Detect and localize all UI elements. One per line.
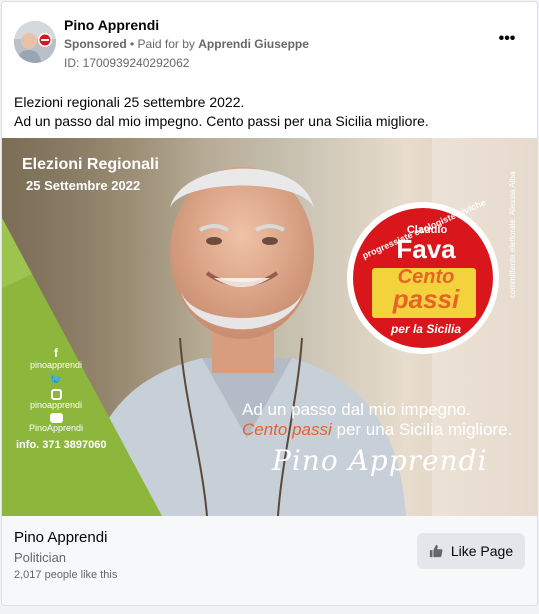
- footer-page-name[interactable]: Pino Apprendi: [14, 529, 107, 546]
- badge-per-la-sicilia: per la Sicilia: [390, 322, 462, 336]
- creative-title-line-1: Elezioni Regionali: [22, 156, 159, 173]
- creative-slogan-line-1: Ad un passo dal mio impegno.: [242, 400, 471, 419]
- ad-creative-image[interactable]: Elezioni Regionali 25 Settembre 2022 com…: [2, 138, 537, 516]
- creative-slogan-line-2: Cento passi per una Sicilia migliore.: [242, 420, 512, 440]
- sponsored-label: Sponsored: [64, 37, 127, 51]
- post-text-line-2: Ad un passo dal mio impegno. Cento passi…: [14, 113, 429, 129]
- like-page-label: Like Page: [450, 543, 514, 559]
- facebook-icon: f: [54, 346, 58, 360]
- instagram-icon: [50, 389, 62, 400]
- creative-signature: Pino Apprendi: [272, 444, 488, 477]
- like-page-button[interactable]: Like Page: [417, 533, 525, 569]
- social-instagram: pinoapprendi: [16, 389, 96, 410]
- social-facebook: f pinoapprendi: [16, 346, 96, 370]
- sponsored-line: Sponsored • Paid for by Apprendi Giusepp…: [64, 37, 309, 51]
- paid-for-name: Apprendi Giuseppe: [198, 37, 309, 51]
- social-instagram-label: pinoapprendi: [29, 400, 83, 410]
- sponsored-post-card: Pino Apprendi Sponsored • Paid for by Ap…: [1, 1, 538, 606]
- post-text: Elezioni regionali 25 settembre 2022. Ad…: [14, 93, 529, 131]
- creative-socials: f pinoapprendi 🐦 pinoapprendi PinoAppren…: [16, 346, 107, 451]
- creative-title-line-2: 25 Settembre 2022: [26, 178, 141, 193]
- post-text-line-1: Elezioni regionali 25 settembre 2022.: [14, 94, 245, 110]
- separator-dot: •: [126, 37, 138, 51]
- social-youtube-label: PinoApprendi: [28, 423, 84, 433]
- page-name-link[interactable]: Pino Apprendi: [64, 17, 159, 33]
- slogan-rest: per una Sicilia migliore.: [331, 420, 513, 439]
- footer-likes-count: 2,017 people like this: [14, 569, 118, 581]
- youtube-icon: [49, 413, 63, 423]
- social-twitter: 🐦: [16, 373, 96, 386]
- badge-passi: passi: [392, 284, 460, 314]
- page-footer: Pino Apprendi Politician 2,017 people li…: [2, 516, 537, 605]
- badge-name: Fava: [396, 234, 456, 264]
- creative-side-note: committente elettorale: Alessia Alba: [508, 171, 517, 298]
- ad-id: ID: 1700939240292062: [64, 56, 190, 70]
- footer-category: Politician: [14, 550, 67, 565]
- social-youtube: PinoApprendi: [16, 413, 96, 433]
- avatar[interactable]: [14, 21, 56, 63]
- social-facebook-label: pinoapprendi: [29, 360, 83, 370]
- slogan-highlight: Cento passi: [242, 420, 332, 439]
- twitter-icon: 🐦: [49, 374, 63, 386]
- paid-for-prefix: Paid for by: [137, 37, 199, 51]
- post-header: Pino Apprendi Sponsored • Paid for by Ap…: [2, 2, 537, 82]
- more-options-icon[interactable]: •••: [495, 31, 519, 52]
- thumbs-up-icon: [429, 544, 443, 558]
- creative-info: info. 371 3897060: [16, 439, 107, 451]
